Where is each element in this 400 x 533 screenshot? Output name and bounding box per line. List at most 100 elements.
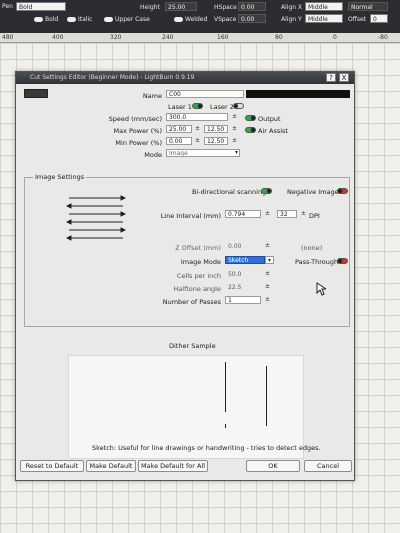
chevron-down-icon[interactable]: ▾ xyxy=(265,256,274,264)
cells-per-inch-input[interactable]: 50.0 xyxy=(225,270,261,278)
image-mode-description: Sketch: Useful for line drawings or hand… xyxy=(92,444,321,452)
height-input[interactable]: 25.00 xyxy=(165,2,197,11)
ruler-tick-label: 80 xyxy=(275,34,283,41)
upper-case-label: Upper Case xyxy=(115,16,150,23)
dither-sample-label: Dither Sample xyxy=(169,342,216,350)
welded-label: Welded xyxy=(185,16,208,23)
height-label: Height xyxy=(140,4,160,11)
italic-label: Italic xyxy=(78,16,93,23)
line-interval-input[interactable]: 0.794 xyxy=(225,210,261,218)
z-offset-spinner-icon[interactable]: ± xyxy=(263,242,272,250)
halftone-angle-label: Halftone angle xyxy=(173,285,221,293)
name-label: Name xyxy=(142,92,162,100)
name-input[interactable]: C00 xyxy=(166,90,244,98)
make-default-for-all-button[interactable]: Make Default for All xyxy=(138,460,208,472)
passes-label: Number of Passes xyxy=(162,298,221,306)
help-button[interactable]: ? xyxy=(326,73,336,82)
mode-select[interactable]: Image xyxy=(166,149,240,157)
ruler-tick-label: 400 xyxy=(52,34,64,41)
output-toggle[interactable] xyxy=(245,115,256,121)
vspace-input[interactable]: 0.00 xyxy=(238,14,266,23)
ruler-tick-label: 240 xyxy=(162,34,174,41)
image-settings-title: Image Settings xyxy=(33,173,87,181)
bidir-label: Bi-directional scanning xyxy=(192,188,267,196)
bidir-toggle[interactable] xyxy=(261,188,272,194)
bold-label: Bold xyxy=(45,16,59,23)
font-style-select[interactable]: Bold xyxy=(16,2,66,11)
ruler-tick-label: 320 xyxy=(110,34,122,41)
align-x-select[interactable]: Middle xyxy=(305,2,343,11)
sample-line xyxy=(225,424,226,428)
dpi-input[interactable]: 32 xyxy=(277,210,297,218)
vspace-label: VSpace xyxy=(214,16,237,23)
dialog-title: Cut Settings Editor (Beginner Mode) - Li… xyxy=(30,74,195,81)
hspace-input[interactable]: 0.00 xyxy=(238,2,266,11)
pen-label: Pen xyxy=(2,3,13,10)
welded-toggle[interactable] xyxy=(174,17,183,22)
line-interval-spinner-icon[interactable]: ± xyxy=(263,210,272,218)
laser1-label: Laser 1 xyxy=(168,103,192,111)
image-mode-select[interactable]: Sketch xyxy=(225,256,265,264)
min-power-label: Min Power (%) xyxy=(115,139,162,147)
max-power-2-spinner-icon[interactable]: ± xyxy=(230,125,239,133)
halftone-angle-input[interactable]: 22.5 xyxy=(225,283,261,291)
laser2-label: Laser 2 xyxy=(210,103,234,111)
max-power-spinner-icon[interactable]: ± xyxy=(193,125,202,133)
air-assist-label: Air Assist xyxy=(258,127,288,135)
min-power-input[interactable]: 0.00 xyxy=(166,137,192,145)
bold-toggle[interactable] xyxy=(34,17,43,22)
horizontal-ruler: 480 400 320 240 160 80 0 -80 xyxy=(0,33,400,43)
speed-spinner-icon[interactable]: ± xyxy=(230,113,239,121)
halftone-spinner-icon[interactable]: ± xyxy=(263,283,272,291)
max-power-label: Max Power (%) xyxy=(113,127,162,135)
dpi-label: DPI xyxy=(309,212,320,220)
italic-toggle[interactable] xyxy=(67,17,76,22)
offset-label: Offset xyxy=(348,16,367,23)
line-interval-label: Line Interval (mm) xyxy=(160,212,221,220)
cut-settings-dialog: Cut Settings Editor (Beginner Mode) - Li… xyxy=(15,71,355,481)
text-toolbar: Pen Bold Height 25.00 HSpace 0.00 Align … xyxy=(0,0,400,33)
chevron-down-icon[interactable]: ▾ xyxy=(232,149,241,157)
negative-label: Negative Image xyxy=(287,188,339,196)
min-power-spinner-icon[interactable]: ± xyxy=(193,137,202,145)
normal-field[interactable]: Normal xyxy=(348,2,388,11)
pass-through-toggle[interactable] xyxy=(337,258,348,264)
ruler-tick-label: 480 xyxy=(2,34,14,41)
image-settings-group: Image Settings Bi-directional scanning N… xyxy=(24,173,350,327)
laser1-toggle[interactable] xyxy=(192,103,203,109)
align-x-label: Align X xyxy=(281,4,303,11)
output-label: Output xyxy=(258,115,281,123)
max-power-input[interactable]: 25.00 xyxy=(166,125,192,133)
image-mode-label: Image Mode xyxy=(180,258,221,266)
cells-per-inch-label: Cells per inch xyxy=(176,272,221,280)
ruler-tick-label: 160 xyxy=(217,34,229,41)
upper-case-toggle[interactable] xyxy=(104,17,113,22)
min-power-2-spinner-icon[interactable]: ± xyxy=(230,137,239,145)
pass-through-label: Pass-Through xyxy=(295,258,339,266)
cells-spinner-icon[interactable]: ± xyxy=(263,270,272,278)
z-offset-input[interactable]: 0.00 xyxy=(225,242,261,250)
ruler-tick-label: 0 xyxy=(333,34,337,41)
dialog-titlebar[interactable]: Cut Settings Editor (Beginner Mode) - Li… xyxy=(16,72,354,84)
air-assist-toggle[interactable] xyxy=(245,127,256,133)
ruler-tick-label: -80 xyxy=(378,34,388,41)
mode-label: Mode xyxy=(144,151,162,159)
scan-direction-icon xyxy=(65,195,127,241)
passes-spinner-icon[interactable]: ± xyxy=(263,296,272,304)
min-power-2-input[interactable]: 12.50 xyxy=(204,137,228,145)
align-y-select[interactable]: Middle xyxy=(305,14,343,23)
negative-toggle[interactable] xyxy=(337,188,348,194)
close-button[interactable]: X xyxy=(339,73,349,82)
layer-color-bar xyxy=(246,90,350,98)
dpi-spinner-icon[interactable]: ± xyxy=(299,210,308,218)
passes-input[interactable]: 1 xyxy=(225,296,261,304)
offset-input[interactable]: 0 xyxy=(370,14,388,23)
speed-input[interactable]: 300.0 xyxy=(166,113,228,121)
reset-to-default-button[interactable]: Reset to Default xyxy=(20,460,84,472)
cancel-button[interactable]: Cancel xyxy=(304,460,352,472)
speed-label: Speed (mm/sec) xyxy=(108,115,162,123)
laser2-toggle[interactable] xyxy=(233,103,244,109)
make-default-button[interactable]: Make Default xyxy=(86,460,136,472)
max-power-2-input[interactable]: 12.50 xyxy=(204,125,228,133)
ok-button[interactable]: OK xyxy=(246,460,300,472)
